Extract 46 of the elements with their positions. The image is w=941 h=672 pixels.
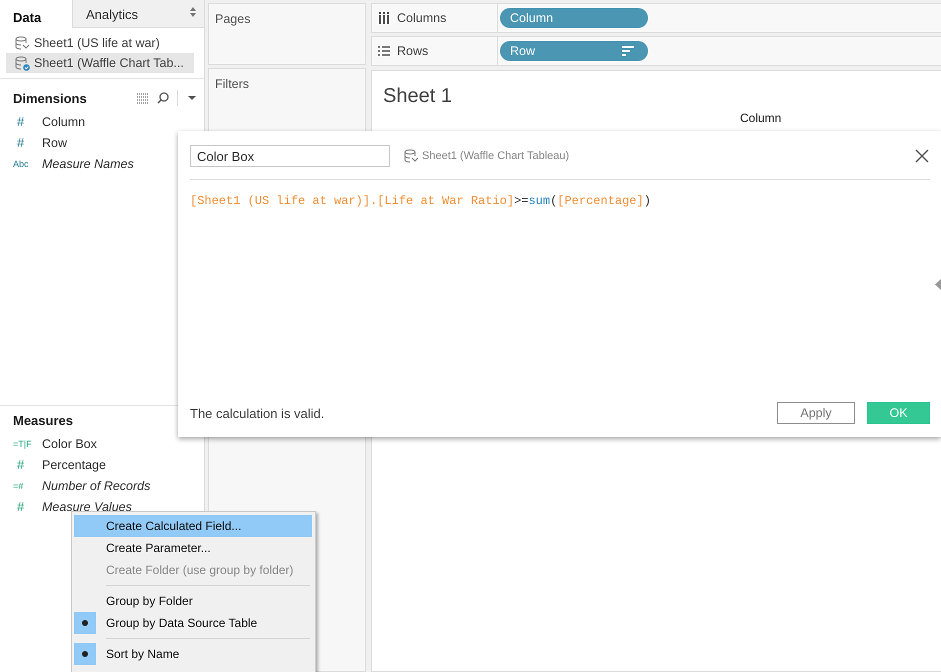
field-item[interactable]: Number of Records — [42, 478, 150, 492]
menu-item[interactable]: Sort by Name — [74, 643, 312, 665]
database-icon — [403, 148, 419, 164]
columns-icon — [378, 12, 390, 24]
sort-arrows-icon — [190, 7, 196, 17]
shelf-label: Rows — [397, 44, 428, 58]
apply-button[interactable]: Apply — [777, 402, 855, 424]
field-type-icon: Abc — [13, 158, 42, 168]
panel-tab[interactable]: Analytics — [72, 0, 204, 28]
menu-item[interactable]: Group by Data Source Table — [74, 612, 312, 634]
field-type-icon: =T|F — [13, 438, 42, 448]
field-item[interactable]: Percentage — [42, 458, 106, 472]
field-item[interactable]: Color Box — [42, 436, 97, 450]
search-icon[interactable] — [157, 92, 169, 104]
field-type-icon: =# — [13, 480, 42, 490]
menu-item[interactable]: Create Parameter... — [74, 537, 312, 559]
sheet-title: Sheet 1 — [383, 85, 453, 108]
menu-item[interactable]: Create Calculated Field... — [74, 515, 312, 537]
sort-icon[interactable] — [622, 46, 634, 56]
field-item[interactable]: Row — [42, 136, 68, 150]
field-type-icon: # — [13, 114, 42, 129]
close-button[interactable] — [915, 149, 929, 163]
card-title: Filters — [215, 77, 250, 91]
data-source-label: Sheet1 (Waffle Chart Tableau) — [422, 150, 570, 162]
data-source-label: Sheet1 (US life at war) — [34, 36, 160, 50]
shelf-label: Columns — [397, 11, 446, 25]
card-title: Pages — [215, 12, 250, 26]
rows-icon — [378, 45, 390, 57]
column-header: Column — [740, 112, 782, 125]
data-source-label: Sheet1 (Waffle Chart Tab... — [34, 56, 184, 70]
field-item[interactable]: Measure Values — [42, 500, 132, 514]
triangle-icon[interactable] — [933, 279, 941, 290]
data-source-item[interactable]: Sheet1 (US life at war) — [6, 33, 194, 53]
section-title: Measures — [13, 412, 73, 428]
formula-editor[interactable]: [Sheet1 (US life at war)].[Life at War Ratio]>=sum([Percentage]) — [190, 194, 930, 402]
menu-item[interactable]: Group by Folder — [74, 590, 312, 612]
validation-message: The calculation is valid. — [190, 406, 326, 420]
field-type-icon: # — [13, 457, 42, 472]
field-item[interactable]: Column — [42, 114, 86, 128]
list-view-icon[interactable] — [137, 92, 149, 104]
data-source-item[interactable]: Sheet1 (Waffle Chart Tab... — [6, 53, 194, 73]
field-item[interactable]: Measure Names — [42, 156, 134, 170]
name-field[interactable]: Color Box — [190, 145, 390, 167]
field-type-icon: # — [13, 499, 42, 514]
section-title: Dimensions — [13, 90, 87, 106]
field-type-icon: # — [13, 135, 42, 150]
